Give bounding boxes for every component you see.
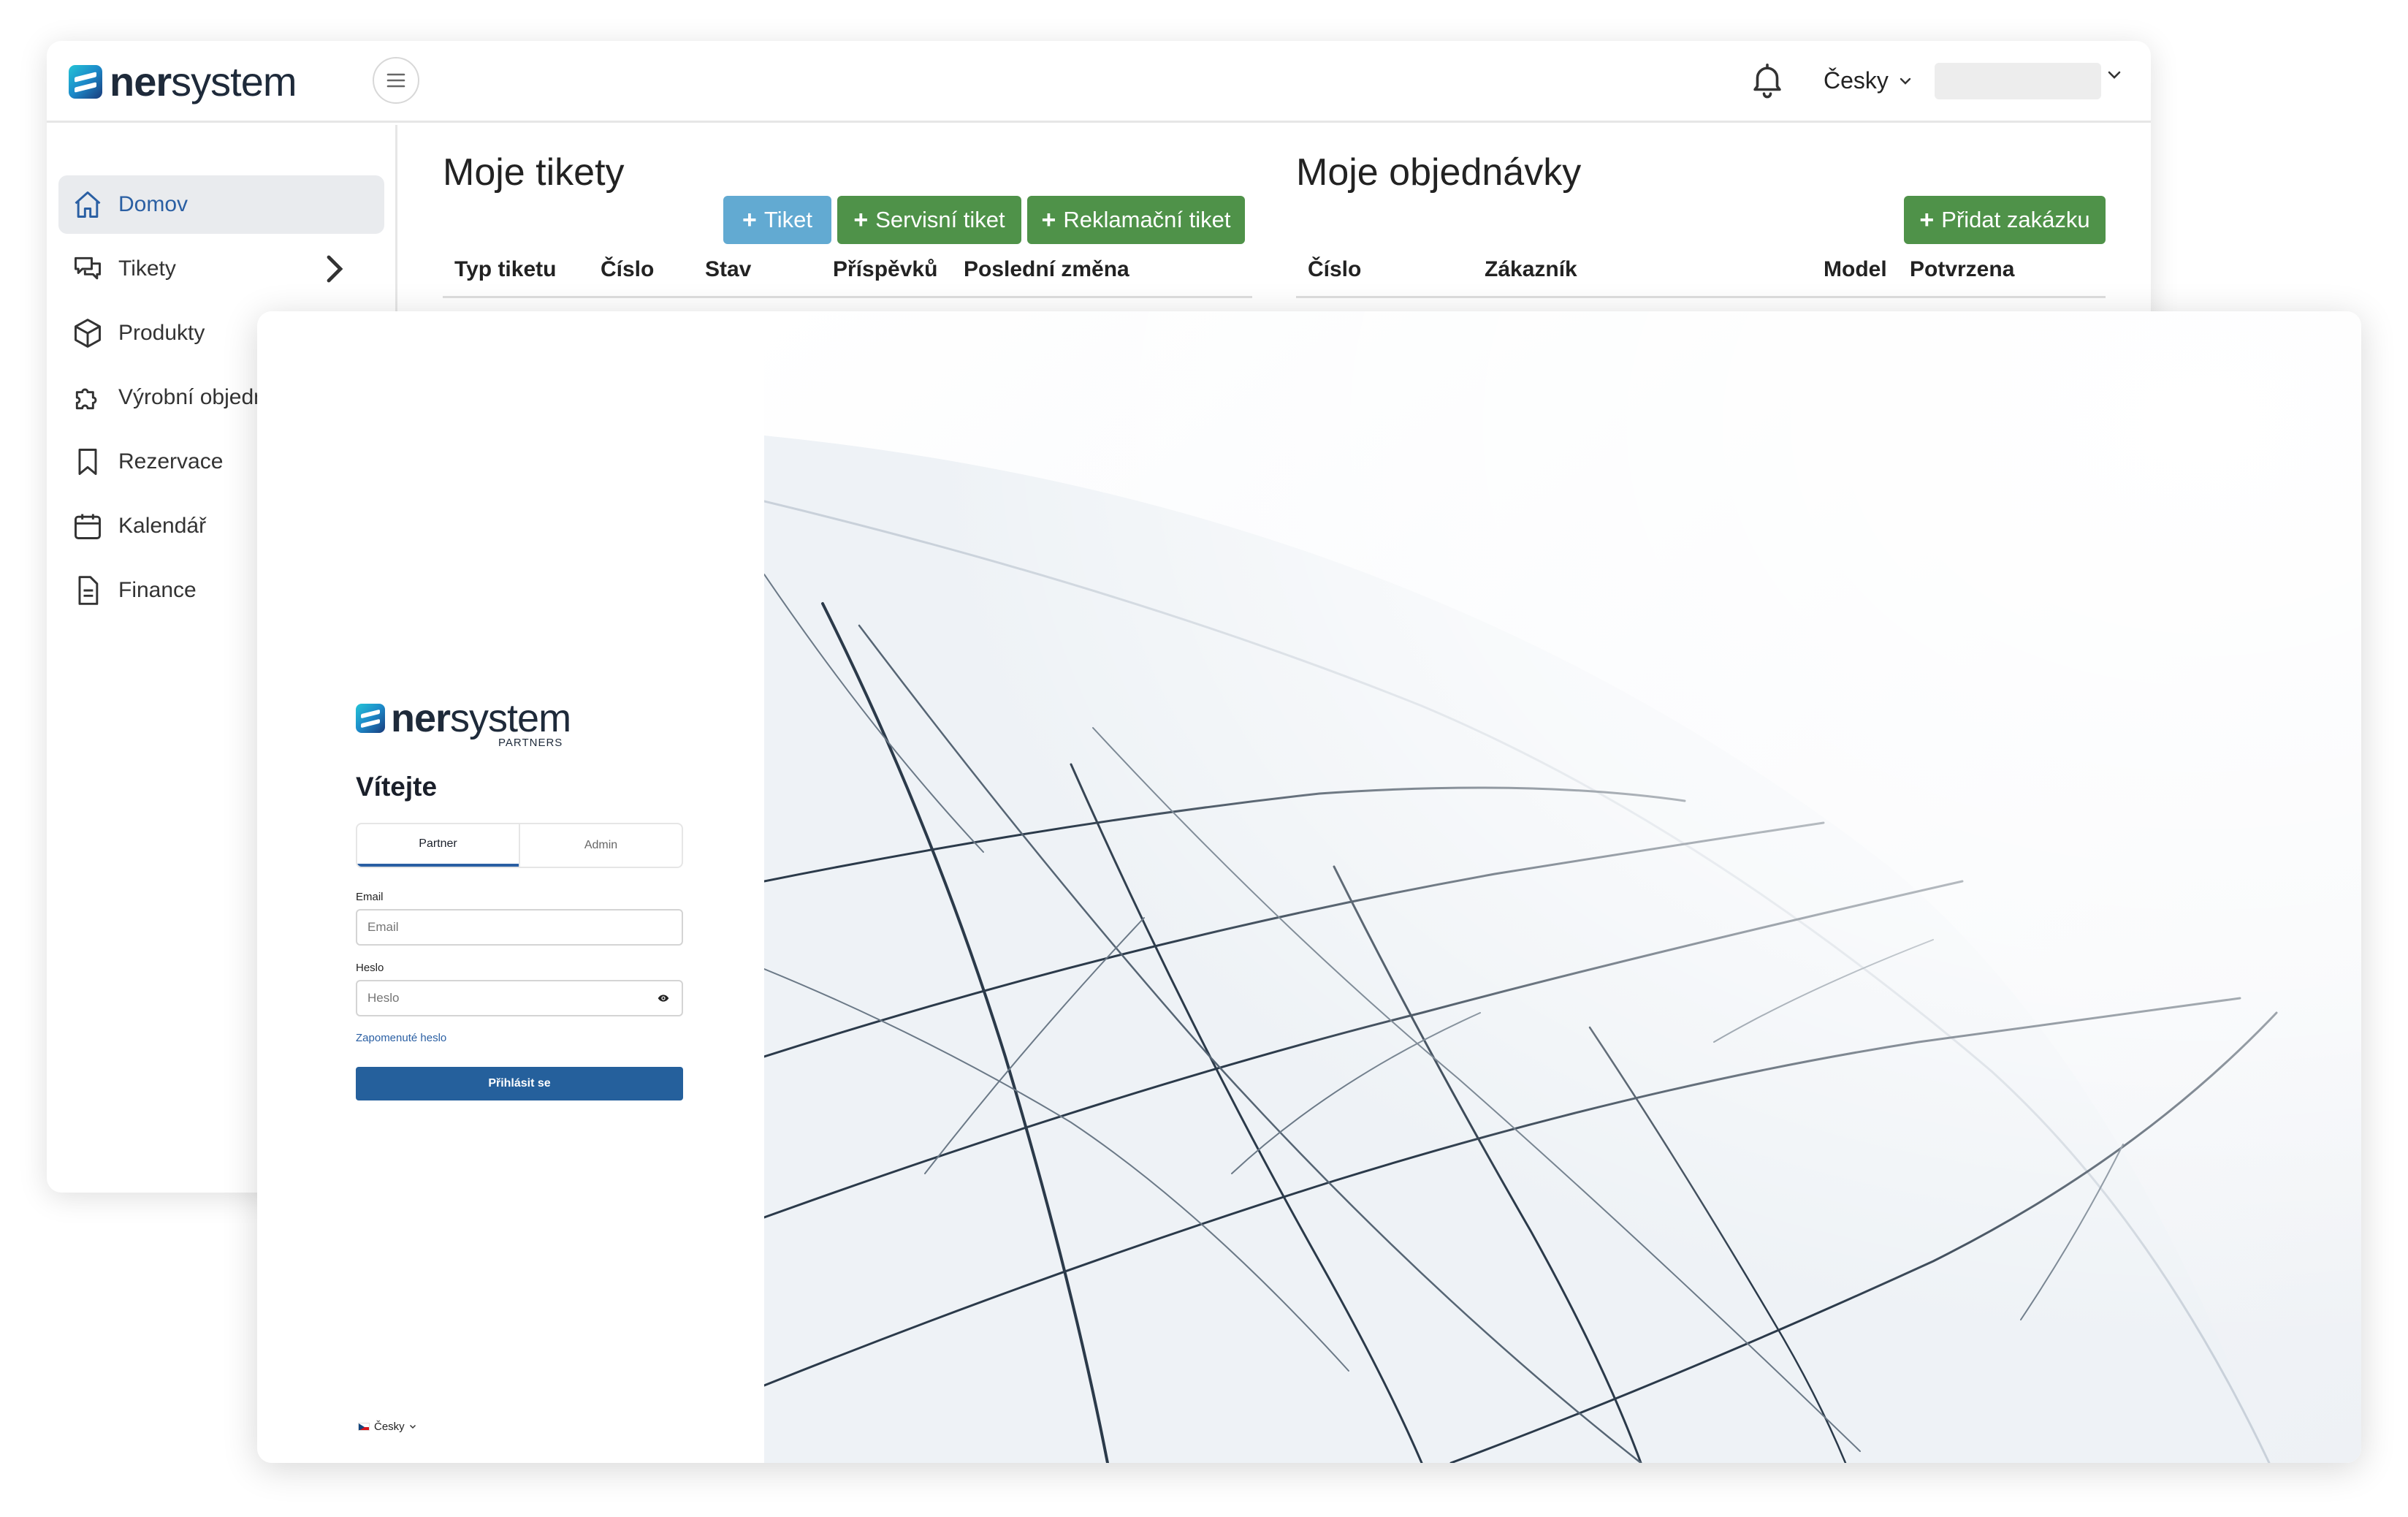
tab-partner[interactable]: Partner bbox=[357, 824, 519, 867]
plus-icon: + bbox=[742, 205, 757, 234]
add-order-button[interactable]: + Přidat zakázku bbox=[1904, 196, 2106, 244]
column-header[interactable]: Zákazník bbox=[1485, 257, 1577, 282]
orders-title: Moje objednávky bbox=[1296, 151, 1582, 194]
forgot-password-link[interactable]: Zapomenuté heslo bbox=[356, 1032, 446, 1044]
login-tabs: Partner Admin bbox=[356, 823, 683, 868]
add-service-ticket-button[interactable]: + Servisní tiket bbox=[837, 196, 1021, 244]
email-field[interactable] bbox=[356, 909, 683, 946]
tickets-title: Moje tikety bbox=[443, 151, 625, 194]
column-header[interactable]: Číslo bbox=[601, 257, 654, 282]
password-field[interactable] bbox=[356, 980, 683, 1016]
tab-admin[interactable]: Admin bbox=[519, 824, 682, 867]
brand-name-rest: system bbox=[171, 58, 297, 104]
column-header[interactable]: Model bbox=[1824, 257, 1887, 282]
login-button[interactable]: Přihlásit se bbox=[356, 1067, 683, 1100]
eye-icon[interactable] bbox=[657, 992, 670, 1004]
column-header[interactable]: Stav bbox=[705, 257, 751, 282]
sidebar-item-label: Kalendář bbox=[118, 514, 207, 538]
document-icon bbox=[78, 576, 99, 605]
brand-name-bold: ner bbox=[391, 696, 451, 740]
hero-image bbox=[764, 311, 2361, 1463]
add-ticket-button[interactable]: + Tiket bbox=[723, 196, 831, 244]
plus-icon: + bbox=[853, 205, 869, 234]
brand-subtitle: PARTNERS bbox=[498, 737, 563, 749]
brand-logo[interactable]: nersystem bbox=[69, 61, 297, 102]
sidebar-item-tikety[interactable]: Tikety bbox=[58, 240, 384, 298]
chevron-down-icon bbox=[1900, 77, 1911, 85]
bookmark-icon bbox=[78, 449, 97, 475]
brand-name-bold: ner bbox=[110, 58, 172, 104]
language-label: Česky bbox=[374, 1421, 405, 1433]
brand-name-rest: system bbox=[450, 696, 571, 740]
login-panel: nersystem PARTNERS Vítejte Partner Admin… bbox=[257, 311, 764, 1463]
bell-icon[interactable] bbox=[1748, 60, 1787, 99]
user-menu[interactable] bbox=[1935, 63, 2101, 99]
brand-logo: nersystem bbox=[356, 699, 571, 738]
welcome-heading: Vítejte bbox=[356, 772, 438, 802]
column-header[interactable]: Potvrzena bbox=[1910, 257, 2014, 282]
login-window: nersystem PARTNERS Vítejte Partner Admin… bbox=[257, 311, 2361, 1463]
plus-icon: + bbox=[1041, 205, 1056, 234]
sidebar-item-label: Výrobní objedn bbox=[118, 385, 266, 409]
hamburger-icon bbox=[386, 73, 405, 88]
sidebar-item-label: Produkty bbox=[118, 321, 205, 345]
table-divider bbox=[443, 296, 1252, 298]
email-label: Email bbox=[356, 891, 384, 903]
sidebar-item-label: Finance bbox=[118, 578, 197, 602]
language-label: Česky bbox=[1824, 67, 1889, 94]
plus-icon: + bbox=[1919, 205, 1935, 234]
add-complaint-ticket-label: Reklamační tiket bbox=[1063, 207, 1231, 232]
table-divider bbox=[1296, 296, 2106, 298]
nersystem-logo-icon bbox=[356, 704, 385, 733]
calendar-icon bbox=[75, 514, 101, 539]
sidebar-item-domov[interactable]: Domov bbox=[58, 175, 384, 234]
chat-icon bbox=[75, 256, 101, 280]
column-header[interactable]: Typ tiketu bbox=[454, 257, 556, 282]
column-header[interactable]: Příspěvků bbox=[833, 257, 937, 282]
add-service-ticket-label: Servisní tiket bbox=[875, 207, 1005, 232]
column-header[interactable]: Poslední změna bbox=[964, 257, 1129, 282]
chevron-down-icon bbox=[409, 1424, 416, 1429]
sidebar-item-label: Domov bbox=[118, 192, 188, 216]
language-select[interactable]: Česky bbox=[358, 1421, 416, 1433]
language-select[interactable]: Česky bbox=[1824, 67, 1912, 94]
sidebar-item-label: Tikety bbox=[118, 256, 176, 281]
chevron-right-icon bbox=[327, 255, 343, 283]
sidebar-item-label: Rezervace bbox=[118, 449, 224, 474]
home-icon bbox=[75, 191, 101, 218]
czech-flag-icon bbox=[358, 1423, 370, 1431]
nersystem-logo-icon bbox=[69, 65, 102, 99]
menu-toggle-button[interactable] bbox=[373, 57, 419, 104]
chevron-down-icon[interactable] bbox=[2107, 70, 2122, 80]
top-bar: nersystem Česky bbox=[47, 41, 2151, 123]
add-order-label: Přidat zakázku bbox=[1941, 207, 2090, 232]
add-complaint-ticket-button[interactable]: + Reklamační tiket bbox=[1027, 196, 1245, 244]
password-label: Heslo bbox=[356, 962, 384, 974]
cube-icon bbox=[75, 319, 101, 348]
puzzle-icon bbox=[75, 388, 97, 410]
column-header[interactable]: Číslo bbox=[1308, 257, 1361, 282]
add-ticket-label: Tiket bbox=[763, 207, 812, 232]
